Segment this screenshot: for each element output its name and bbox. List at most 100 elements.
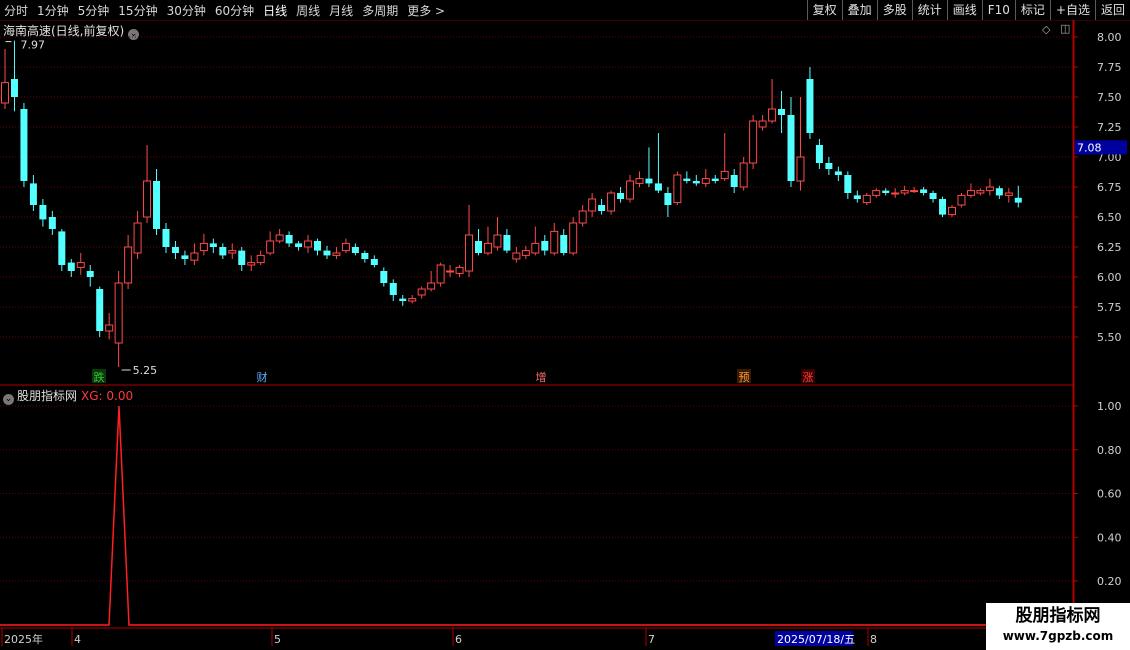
candle-body (521, 250, 530, 256)
candle-body (483, 242, 492, 254)
candle-body (209, 243, 217, 247)
current-price-label: 7.08 (1077, 141, 1102, 154)
candle-body (446, 270, 455, 273)
candle-body (1014, 197, 1022, 203)
candle-body (862, 194, 871, 204)
candle-body (796, 156, 805, 182)
candle-body (171, 247, 179, 253)
candle-body (370, 259, 378, 265)
candle-body (323, 250, 331, 256)
candle-body (806, 79, 814, 133)
candle-body (976, 190, 985, 194)
candle-body (739, 162, 748, 188)
candle-body (910, 190, 919, 193)
candle-body (10, 79, 18, 97)
candle-body (285, 235, 293, 244)
candle-body (408, 298, 417, 302)
candle-body (1004, 192, 1013, 196)
candle-body (891, 192, 900, 195)
candle-body (341, 242, 350, 252)
candle-body (929, 193, 937, 199)
candle-body (96, 289, 104, 331)
kline-chart[interactable]: 8.007.757.507.257.006.756.506.256.005.75… (0, 0, 1130, 650)
candle-body (834, 171, 842, 175)
candle-body (181, 255, 189, 259)
candle-body (48, 217, 56, 229)
candle-body (588, 198, 597, 212)
candle-body (143, 180, 152, 218)
candle-body (598, 205, 606, 211)
indicator-tick-label: 0.20 (1097, 575, 1122, 588)
x-axis-label: 4 (74, 633, 81, 646)
indicator-tick-label: 1.00 (1097, 400, 1122, 413)
candle-body (853, 195, 861, 199)
price-tick-label: 7.75 (1097, 61, 1122, 74)
candle-body (626, 180, 635, 200)
candle-body (654, 183, 662, 191)
candle-body (939, 199, 947, 215)
candle-body (995, 188, 1003, 196)
candle-body (550, 230, 559, 254)
watermark-line2: www.7gpzb.com (1002, 629, 1114, 643)
candle-body (314, 241, 322, 251)
price-tick-label: 6.25 (1097, 241, 1122, 254)
candle-body (920, 189, 928, 193)
candle-body (617, 193, 625, 199)
candle-body (730, 175, 738, 187)
candle-body (900, 190, 909, 194)
cursor-date-label: 2025/07/18/五 (777, 633, 855, 646)
candle-body (1, 82, 9, 104)
candle-body (957, 194, 966, 206)
candle-body (228, 250, 237, 254)
candle-body (872, 190, 881, 196)
candle-body (768, 108, 777, 122)
watermark-line1: 股朋指标网 (1015, 606, 1101, 626)
xg-indicator-line (0, 405, 1073, 626)
candle-body (114, 282, 123, 344)
candle-body (67, 262, 75, 271)
candle-body (427, 282, 436, 290)
watermark-logo: 股朋指标网 www.7gpzb.com (986, 603, 1130, 650)
candle-body (692, 181, 700, 184)
candle-body (635, 178, 644, 184)
candle-body (455, 266, 464, 274)
candle-body (275, 234, 284, 242)
candle-body (787, 115, 795, 181)
high-marker-label: 7.97 (20, 39, 45, 52)
candle-body (351, 247, 359, 253)
candle-body (399, 298, 407, 301)
event-marker-label: 预 (739, 371, 750, 384)
candle-body (295, 243, 303, 247)
event-marker-label: 财 (257, 370, 268, 384)
candle-body (105, 324, 114, 332)
candle-body (86, 271, 94, 277)
candle-body (380, 271, 388, 283)
candle-body (673, 174, 682, 204)
candle-body (124, 246, 133, 284)
candle-body (607, 192, 616, 212)
candle-body (475, 241, 482, 253)
low-marker-label: 5.25 (133, 364, 158, 377)
candle-body (560, 235, 568, 253)
indicator-tick-label: 0.60 (1097, 488, 1122, 501)
candle-body (162, 229, 170, 247)
candle-body (332, 252, 341, 256)
candle-body (683, 178, 691, 181)
price-tick-label: 6.50 (1097, 211, 1122, 224)
candle-body (664, 193, 672, 205)
candle-body (948, 206, 956, 216)
event-marker-label: 涨 (803, 371, 814, 384)
x-axis-label: 6 (455, 633, 462, 646)
event-marker-label: 增 (536, 370, 547, 384)
price-tick-label: 7.50 (1097, 91, 1122, 104)
candle-body (436, 264, 445, 284)
candle-body (758, 120, 767, 128)
event-marker-label: 跌 (94, 370, 105, 384)
candle-body (882, 190, 890, 193)
candle-body (304, 240, 313, 248)
candle-body (578, 210, 587, 224)
candle-body (190, 252, 199, 261)
candle-body (247, 262, 256, 266)
candle-body (493, 234, 502, 248)
price-tick-label: 7.25 (1097, 121, 1122, 134)
